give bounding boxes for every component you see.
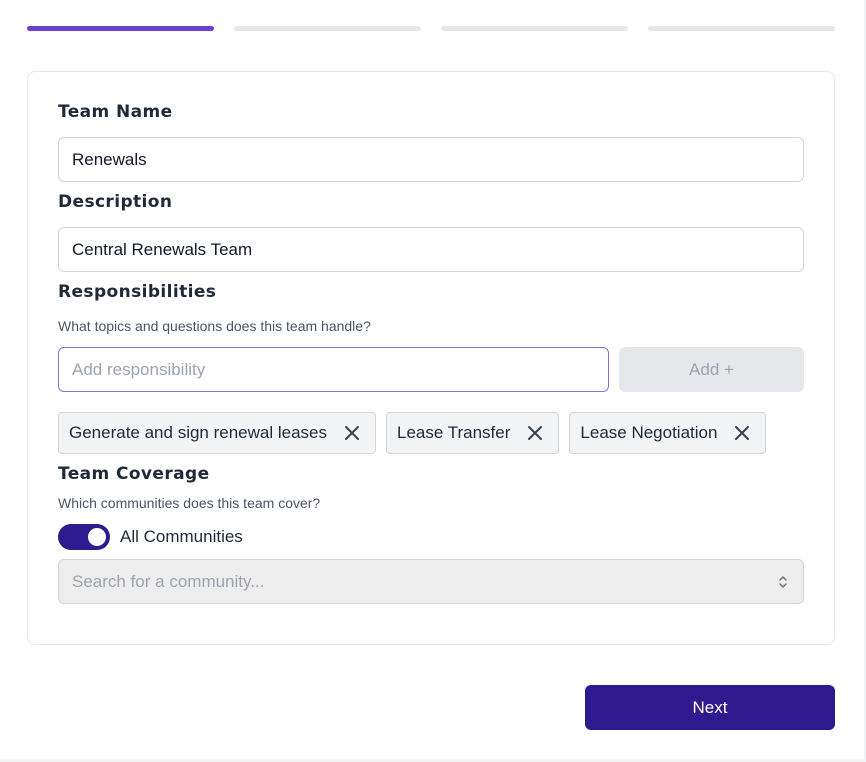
progress-stepper: [27, 26, 835, 31]
close-icon[interactable]: [524, 422, 546, 444]
community-search-placeholder: Search for a community...: [72, 571, 265, 591]
community-search-select[interactable]: Search for a community...: [58, 559, 804, 604]
responsibility-chip: Generate and sign renewal leases: [58, 412, 376, 454]
responsibility-chip: Lease Transfer: [386, 412, 560, 454]
team-coverage-helper: Which communities does this team cover?: [58, 495, 321, 511]
close-icon[interactable]: [341, 422, 363, 444]
all-communities-toggle[interactable]: [58, 524, 110, 550]
responsibility-input[interactable]: [58, 347, 609, 392]
responsibilities-label: Responsibilities: [58, 282, 217, 302]
step-3-indicator: [441, 26, 628, 31]
toggle-knob: [88, 528, 106, 546]
team-name-label: Team Name: [58, 102, 173, 122]
add-responsibility-button[interactable]: Add +: [619, 347, 804, 392]
responsibility-chip: Lease Negotiation: [569, 412, 767, 454]
step-1-indicator: [27, 26, 214, 31]
step-2-indicator: [234, 26, 421, 31]
team-name-input[interactable]: [58, 137, 804, 182]
description-input[interactable]: [58, 227, 804, 272]
page: Team Name Description Responsibilities W…: [0, 0, 866, 762]
responsibility-chips: Generate and sign renewal leases Lease T…: [58, 412, 767, 454]
chip-label: Lease Negotiation: [580, 423, 718, 442]
description-label: Description: [58, 192, 173, 212]
next-button[interactable]: Next: [585, 685, 835, 730]
responsibilities-helper: What topics and questions does this team…: [58, 318, 371, 334]
chevron-up-down-icon: [777, 573, 789, 591]
chip-label: Generate and sign renewal leases: [69, 423, 327, 442]
close-icon[interactable]: [731, 422, 753, 444]
step-4-indicator: [648, 26, 835, 31]
chip-label: Lease Transfer: [397, 423, 511, 442]
team-coverage-label: Team Coverage: [58, 464, 210, 484]
all-communities-label: All Communities: [120, 527, 243, 546]
